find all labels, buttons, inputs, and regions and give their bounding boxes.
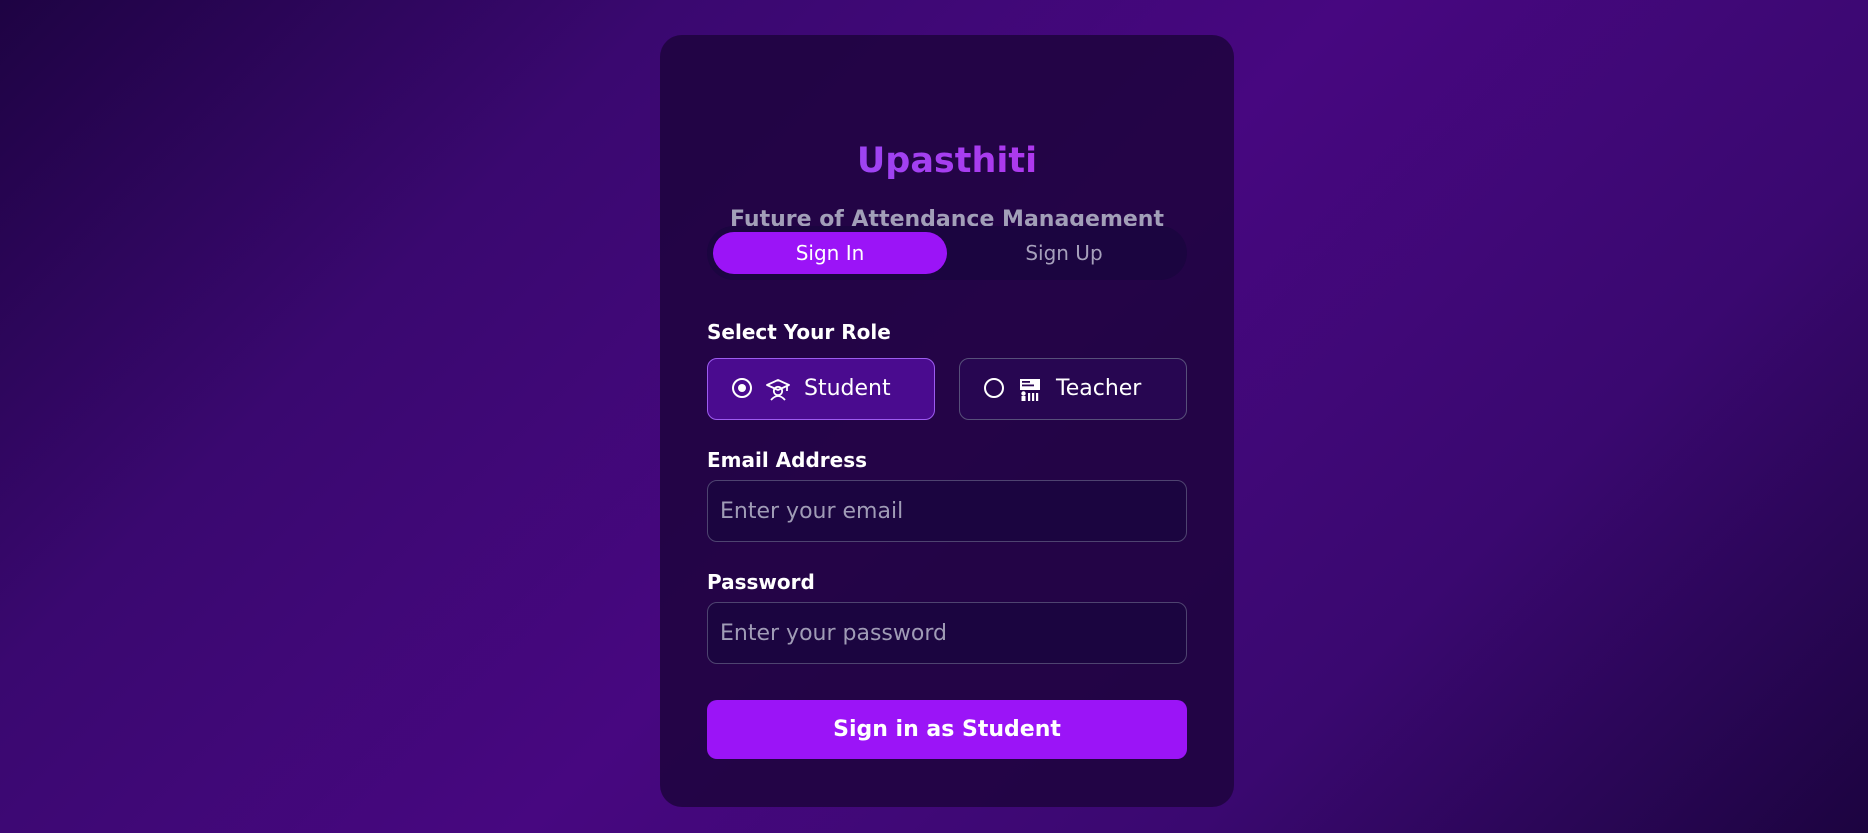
password-label: Password [707,570,815,594]
role-option-label: Student [804,376,891,401]
email-label: Email Address [707,448,868,472]
role-option-teacher[interactable]: Teacher [959,358,1187,420]
password-field[interactable] [707,602,1187,664]
teacher-at-board-icon [1020,379,1040,401]
sign-in-button[interactable]: Sign in as Student [707,700,1187,759]
tab-sign-up[interactable]: Sign Up [947,232,1181,274]
role-option-label: Teacher [1056,376,1142,401]
email-field[interactable] [707,480,1187,542]
radio-checked-icon[interactable] [732,378,752,398]
radio-unchecked-icon[interactable] [984,378,1004,398]
role-option-student[interactable]: Student [707,358,935,420]
auth-card: Upasthiti Future of Attendance Managemen… [660,35,1234,807]
auth-tab-toggle: Sign In Sign Up [707,226,1187,280]
app-title: Upasthiti [660,137,1234,185]
role-label: Select Your Role [707,320,891,344]
tab-sign-in[interactable]: Sign In [713,232,947,274]
graduation-cap-icon [766,379,790,401]
